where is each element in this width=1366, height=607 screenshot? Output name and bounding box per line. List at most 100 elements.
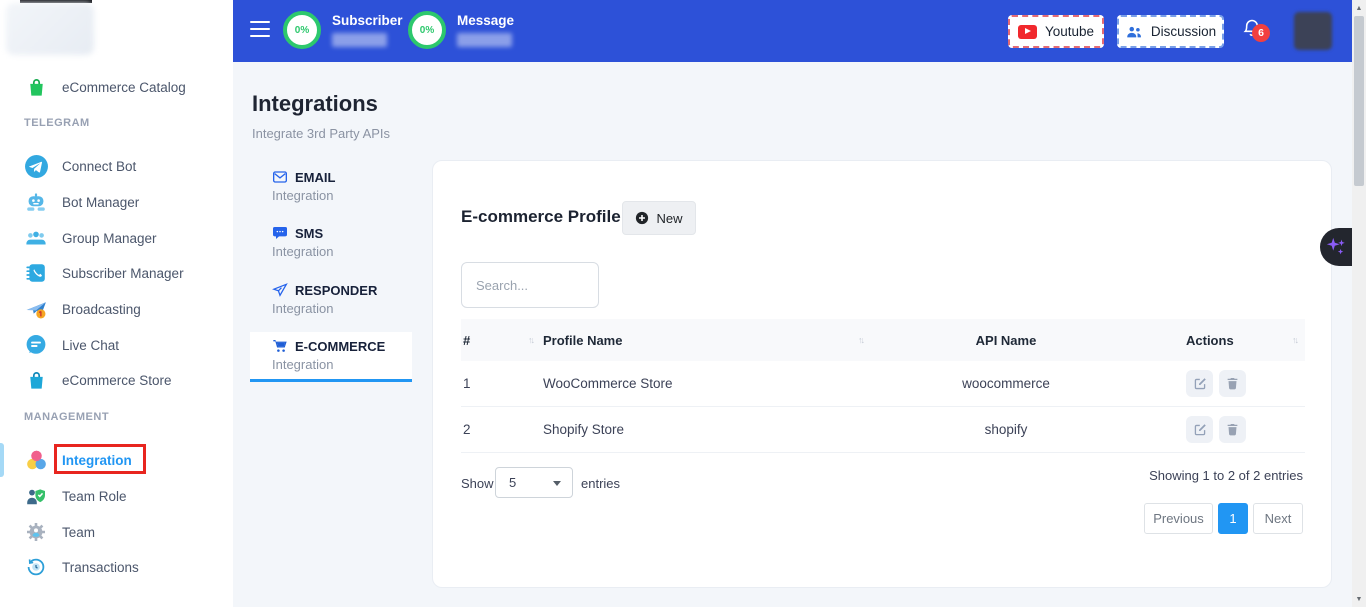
sidebar-item-live-chat[interactable]: Live Chat xyxy=(0,330,233,360)
row-api-name: shopify xyxy=(871,422,1141,437)
delete-button[interactable] xyxy=(1219,370,1246,397)
youtube-icon xyxy=(1018,25,1037,39)
sidebar-item-label: Team xyxy=(62,525,95,540)
column-header-profile-name[interactable]: Profile Name ↑↓ xyxy=(541,333,871,348)
panel-title: E-commerce Profile xyxy=(461,207,621,227)
page-1-button[interactable]: 1 xyxy=(1218,503,1248,534)
sort-icon[interactable]: ↑↓ xyxy=(528,335,533,345)
row-profile-name: WooCommerce Store xyxy=(541,376,871,391)
message-stat: 0% Message xyxy=(408,11,514,49)
role-shield-icon xyxy=(23,483,49,509)
page-subtitle: Integrate 3rd Party APIs xyxy=(252,126,390,141)
column-header-num[interactable]: # ↑↓ xyxy=(461,333,541,348)
sort-icon[interactable]: ↑↓ xyxy=(858,335,863,345)
sidebar-section-management: MANAGEMENT xyxy=(24,411,109,423)
table-header-row: # ↑↓ Profile Name ↑↓ API Name Actions ↑↓ xyxy=(461,319,1305,361)
app-logo[interactable] xyxy=(6,3,94,55)
subscriber-stat-label: Subscriber xyxy=(332,13,403,28)
column-header-api-name[interactable]: API Name xyxy=(871,333,1141,348)
contact-book-icon xyxy=(23,260,49,286)
discussion-button[interactable]: Discussion xyxy=(1117,15,1224,48)
plus-circle-icon xyxy=(635,211,649,225)
next-page-button[interactable]: Next xyxy=(1253,503,1303,534)
sidebar-item-subscriber-manager[interactable]: Subscriber Manager xyxy=(0,258,233,288)
discussion-button-label: Discussion xyxy=(1151,24,1216,39)
notifications-button[interactable]: 6 xyxy=(1241,17,1275,51)
vertical-scrollbar[interactable]: ▲ ▼ xyxy=(1352,0,1366,607)
sidebar-item-bot-manager[interactable]: Bot Manager xyxy=(0,187,233,217)
team-gear-icon xyxy=(23,519,49,545)
sidebar-item-connect-bot[interactable]: Connect Bot xyxy=(0,151,233,181)
chevron-down-icon xyxy=(553,481,561,486)
sidebar-item-label: Bot Manager xyxy=(62,195,139,210)
sidebar-item-label: Subscriber Manager xyxy=(62,266,184,281)
sidebar-item-label: Broadcasting xyxy=(62,302,141,317)
chat-bubble-icon xyxy=(23,332,49,358)
subnav-tab-sublabel: Integration xyxy=(272,188,412,203)
edit-pencil-icon xyxy=(1193,423,1207,437)
sidebar-item-ecommerce-catalog[interactable]: eCommerce Catalog xyxy=(0,72,233,102)
row-num: 1 xyxy=(461,376,541,391)
subnav-tab-sms[interactable]: SMS Integration xyxy=(272,225,412,259)
scroll-down-arrow[interactable]: ▼ xyxy=(1352,592,1366,606)
broadcast-plane-icon xyxy=(23,296,49,322)
delete-button[interactable] xyxy=(1219,416,1246,443)
column-header-actions[interactable]: Actions ↑↓ xyxy=(1141,333,1305,348)
subnav-tab-responder[interactable]: RESPONDER Integration xyxy=(272,282,412,316)
edit-button[interactable] xyxy=(1186,416,1213,443)
subscriber-stat: 0% Subscriber xyxy=(283,11,403,49)
show-label: Show xyxy=(461,476,494,491)
message-progress-ring: 0% xyxy=(408,11,446,49)
subnav-tab-label: SMS xyxy=(295,226,323,241)
sidebar-item-team[interactable]: Team xyxy=(0,517,233,547)
top-header: 0% Subscriber 0% Message Youtube Discuss… xyxy=(233,0,1366,62)
page-size-value: 5 xyxy=(509,475,516,490)
search-input[interactable] xyxy=(461,262,599,308)
sort-icon[interactable]: ↑↓ xyxy=(1292,335,1297,345)
scrollbar-thumb[interactable] xyxy=(1354,16,1364,186)
sidebar-item-transactions[interactable]: Transactions xyxy=(0,552,233,582)
subscriber-progress-ring: 0% xyxy=(283,11,321,49)
new-profile-button[interactable]: New xyxy=(622,201,696,235)
shopping-bag-green-icon xyxy=(23,74,49,100)
subscriber-stat-value-redacted xyxy=(332,33,387,47)
table-row: 2 Shopify Store shopify xyxy=(461,407,1305,453)
ai-assistant-button[interactable] xyxy=(1320,228,1352,266)
sidebar-section-telegram: TELEGRAM xyxy=(24,117,90,129)
main-content: Integrations Integrate 3rd Party APIs EM… xyxy=(233,62,1366,607)
sidebar-item-broadcasting[interactable]: Broadcasting xyxy=(0,294,233,324)
robot-icon xyxy=(23,189,49,215)
sidebar-item-integration[interactable]: Integration xyxy=(0,445,233,475)
subnav-tab-email[interactable]: EMAIL Integration xyxy=(272,169,412,203)
edit-pencil-icon xyxy=(1193,377,1207,391)
youtube-button-label: Youtube xyxy=(1045,24,1094,39)
youtube-button[interactable]: Youtube xyxy=(1008,15,1104,48)
page-size-select[interactable]: 5 xyxy=(495,467,573,498)
previous-page-button[interactable]: Previous xyxy=(1144,503,1213,534)
sidebar-item-label: Connect Bot xyxy=(62,159,136,174)
subnav-tab-ecommerce[interactable]: E-COMMERCE Integration xyxy=(272,338,412,372)
message-stat-value-redacted xyxy=(457,33,512,47)
showing-entries-text: Showing 1 to 2 of 2 entries xyxy=(1149,468,1303,483)
sidebar-item-label: Group Manager xyxy=(62,231,157,246)
subnav-tab-sublabel: Integration xyxy=(272,357,412,372)
profiles-table: # ↑↓ Profile Name ↑↓ API Name Actions ↑↓… xyxy=(461,319,1305,453)
hamburger-menu-icon[interactable] xyxy=(250,21,270,39)
scroll-up-arrow[interactable]: ▲ xyxy=(1352,1,1366,15)
page-title: Integrations xyxy=(252,91,378,117)
sidebar-item-label: Team Role xyxy=(62,489,127,504)
sidebar-item-label: eCommerce Catalog xyxy=(62,80,186,95)
sms-icon xyxy=(272,225,288,241)
sidebar-item-group-manager[interactable]: Group Manager xyxy=(0,223,233,253)
new-button-label: New xyxy=(656,211,682,226)
sidebar: eCommerce Catalog TELEGRAM Connect Bot B… xyxy=(0,0,233,607)
message-stat-label: Message xyxy=(457,13,514,28)
sidebar-item-team-role[interactable]: Team Role xyxy=(0,481,233,511)
send-plane-icon xyxy=(272,282,288,298)
row-api-name: woocommerce xyxy=(871,376,1141,391)
sidebar-item-ecommerce-store[interactable]: eCommerce Store xyxy=(0,365,233,395)
user-avatar[interactable] xyxy=(1294,12,1332,50)
sidebar-item-label: Transactions xyxy=(62,560,139,575)
edit-button[interactable] xyxy=(1186,370,1213,397)
shopping-bag-blue-icon xyxy=(23,367,49,393)
